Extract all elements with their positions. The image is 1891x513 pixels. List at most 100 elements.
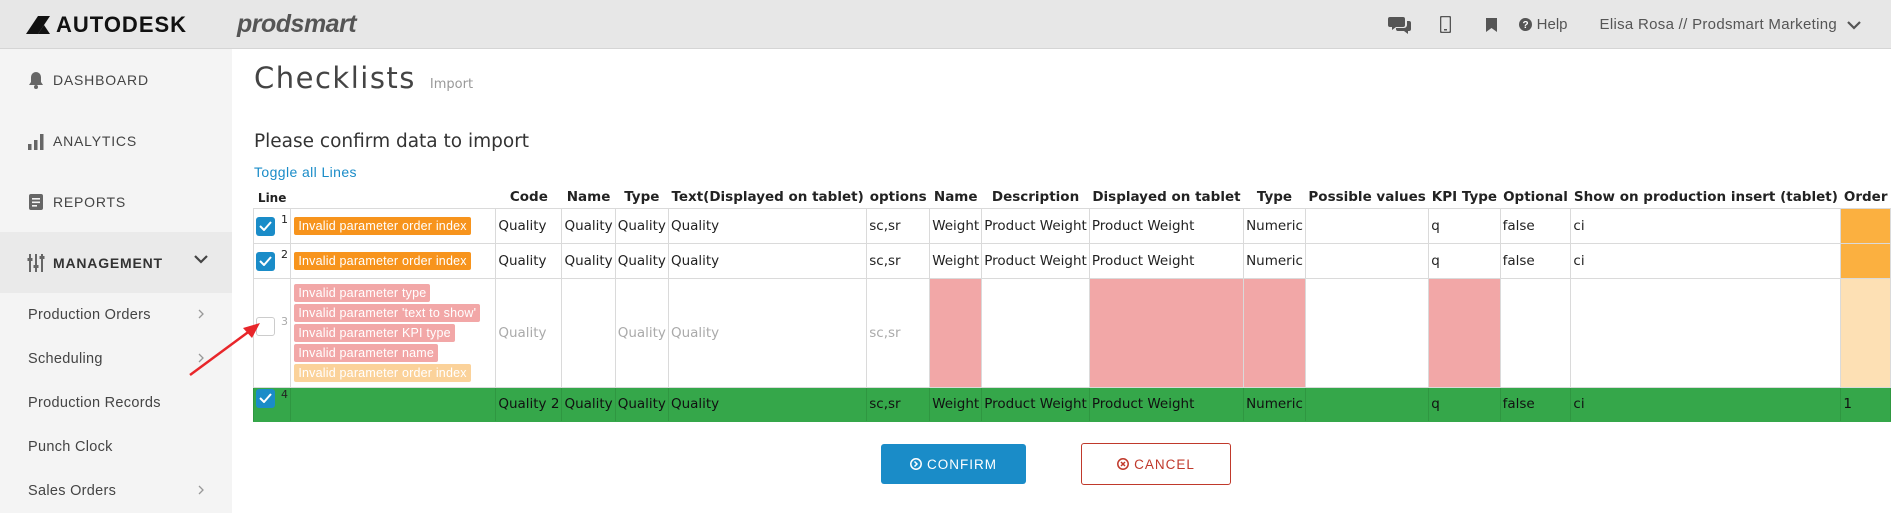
- error-badge: Invalid parameter order index: [294, 364, 470, 382]
- table-cell-error: [1429, 278, 1500, 387]
- confirm-button[interactable]: CONFIRM: [881, 444, 1026, 484]
- table-cell: Quality: [615, 278, 668, 387]
- top-right-menu: ? Help Elisa Rosa // Prodsmart Marketing: [1377, 0, 1861, 49]
- autodesk-wordmark: AUTODESK: [56, 12, 187, 38]
- col-header-code: Code: [496, 184, 562, 208]
- row-checkbox[interactable]: [256, 252, 275, 271]
- chevron-right-icon: [198, 353, 204, 363]
- table-cell: Quality 2: [496, 387, 562, 421]
- order-cell: 1: [1841, 387, 1891, 421]
- table-cell: [982, 278, 1090, 387]
- chevron-right-icon: [198, 485, 204, 495]
- bell-icon: [27, 71, 45, 89]
- col-header-name: Name: [562, 184, 615, 208]
- table-cell: Quality: [496, 278, 562, 387]
- table-cell: Quality: [668, 387, 866, 421]
- sidebar-item-production-orders[interactable]: Production Orders: [0, 293, 232, 337]
- error-badge: Invalid parameter type: [294, 284, 430, 302]
- table-cell: Product Weight: [982, 387, 1090, 421]
- sidebar-sub-label: Sales Orders: [28, 483, 116, 499]
- line-cell: 3: [254, 278, 291, 387]
- page-title-text: Checklists: [254, 61, 416, 95]
- sidebar-item-production-records[interactable]: Production Records: [0, 381, 232, 425]
- check-icon: [259, 256, 272, 266]
- errors-cell: Invalid parameter order index: [291, 208, 496, 243]
- bookmark-icon[interactable]: [1469, 0, 1515, 49]
- col-header-options: options: [867, 184, 930, 208]
- table-cell: sc,sr: [867, 278, 930, 387]
- sidebar-item-analytics[interactable]: ANALYTICS: [0, 110, 232, 171]
- table-cell: [1305, 208, 1428, 243]
- autodesk-logo[interactable]: AUTODESK: [26, 13, 187, 37]
- table-cell: false: [1500, 208, 1571, 243]
- col-header-line: Line: [254, 184, 291, 208]
- col-header-param-type: Type: [1244, 184, 1306, 208]
- order-cell: [1841, 278, 1891, 387]
- col-header-type: Type: [615, 184, 668, 208]
- table-cell: Numeric: [1244, 243, 1306, 278]
- sidebar-item-sales-orders[interactable]: Sales Orders: [0, 469, 232, 513]
- prodsmart-logo[interactable]: prodsmart: [237, 10, 356, 39]
- toggle-all-lines-link[interactable]: Toggle all Lines: [254, 164, 357, 180]
- error-badge: Invalid parameter 'text to show': [294, 304, 480, 322]
- table-cell: sc,sr: [867, 243, 930, 278]
- table-header-row: Line Code Name Type Text(Displayed on ta…: [254, 184, 1891, 208]
- table-cell: Product Weight: [982, 208, 1090, 243]
- sidebar-label-dashboard: DASHBOARD: [53, 72, 149, 88]
- table-cell-error: [1089, 278, 1243, 387]
- table-cell: q: [1429, 387, 1500, 421]
- table-cell: q: [1429, 243, 1500, 278]
- sidebar-item-reports[interactable]: REPORTS: [0, 171, 232, 232]
- question-icon: ?: [1519, 18, 1532, 31]
- sidebar-label-analytics: ANALYTICS: [53, 133, 137, 149]
- line-number: 4: [281, 388, 288, 401]
- table-cell: ci: [1571, 243, 1841, 278]
- sidebar-item-punch-clock[interactable]: Punch Clock: [0, 425, 232, 469]
- line-number: 3: [281, 315, 288, 328]
- sidebar-sub-label: Production Records: [28, 395, 161, 411]
- table-cell: sc,sr: [867, 387, 930, 421]
- page-subtitle: Import: [430, 77, 473, 92]
- col-header-kpi-type: KPI Type: [1429, 184, 1500, 208]
- errors-cell: [291, 387, 496, 421]
- col-header-order: Order: [1841, 184, 1891, 208]
- table-cell: Product Weight: [1089, 208, 1243, 243]
- table-cell: Quality: [562, 387, 615, 421]
- table-cell: Quality: [615, 208, 668, 243]
- table-cell: [1571, 278, 1841, 387]
- table-cell: [1500, 278, 1571, 387]
- sidebar-sub-label: Production Orders: [28, 307, 151, 323]
- help-link[interactable]: ? Help: [1519, 16, 1568, 33]
- arrow-circle-icon: [910, 458, 922, 470]
- sidebar-item-scheduling[interactable]: Scheduling: [0, 337, 232, 381]
- col-header-text: Text(Displayed on tablet): [668, 184, 866, 208]
- row-checkbox-disabled[interactable]: [256, 317, 275, 336]
- top-bar: AUTODESK prodsmart ? Help: [0, 0, 1891, 49]
- table-cell: ci: [1571, 387, 1841, 421]
- table-cell: Quality: [615, 387, 668, 421]
- sidebar-label-management: MANAGEMENT: [53, 255, 163, 271]
- bar-chart-icon: [27, 132, 45, 150]
- sidebar-item-dashboard[interactable]: DASHBOARD: [0, 49, 232, 110]
- confirm-heading: Please confirm data to import: [254, 131, 529, 152]
- cancel-button[interactable]: CANCEL: [1081, 443, 1231, 485]
- table-cell: Numeric: [1244, 387, 1306, 421]
- error-badge: Invalid parameter order index: [294, 217, 470, 235]
- row-checkbox[interactable]: [256, 217, 275, 236]
- error-badge: Invalid parameter order index: [294, 252, 470, 270]
- col-header-possible-values: Possible values: [1305, 184, 1428, 208]
- mobile-icon[interactable]: [1423, 0, 1469, 49]
- row-checkbox[interactable]: [256, 389, 275, 408]
- chat-icon[interactable]: [1377, 0, 1423, 49]
- user-menu[interactable]: Elisa Rosa // Prodsmart Marketing: [1600, 16, 1861, 33]
- sidebar-item-management[interactable]: MANAGEMENT: [0, 232, 232, 293]
- management-submenu: Production Orders Scheduling Production …: [0, 293, 232, 513]
- report-icon: [27, 193, 45, 211]
- col-header-param-name: Name: [930, 184, 982, 208]
- error-badge: Invalid parameter KPI type: [294, 324, 455, 342]
- errors-cell: Invalid parameter order index: [291, 243, 496, 278]
- import-table: Line Code Name Type Text(Displayed on ta…: [253, 184, 1891, 422]
- line-number: 2: [281, 248, 288, 261]
- table-cell: Product Weight: [982, 243, 1090, 278]
- help-label: Help: [1537, 16, 1568, 33]
